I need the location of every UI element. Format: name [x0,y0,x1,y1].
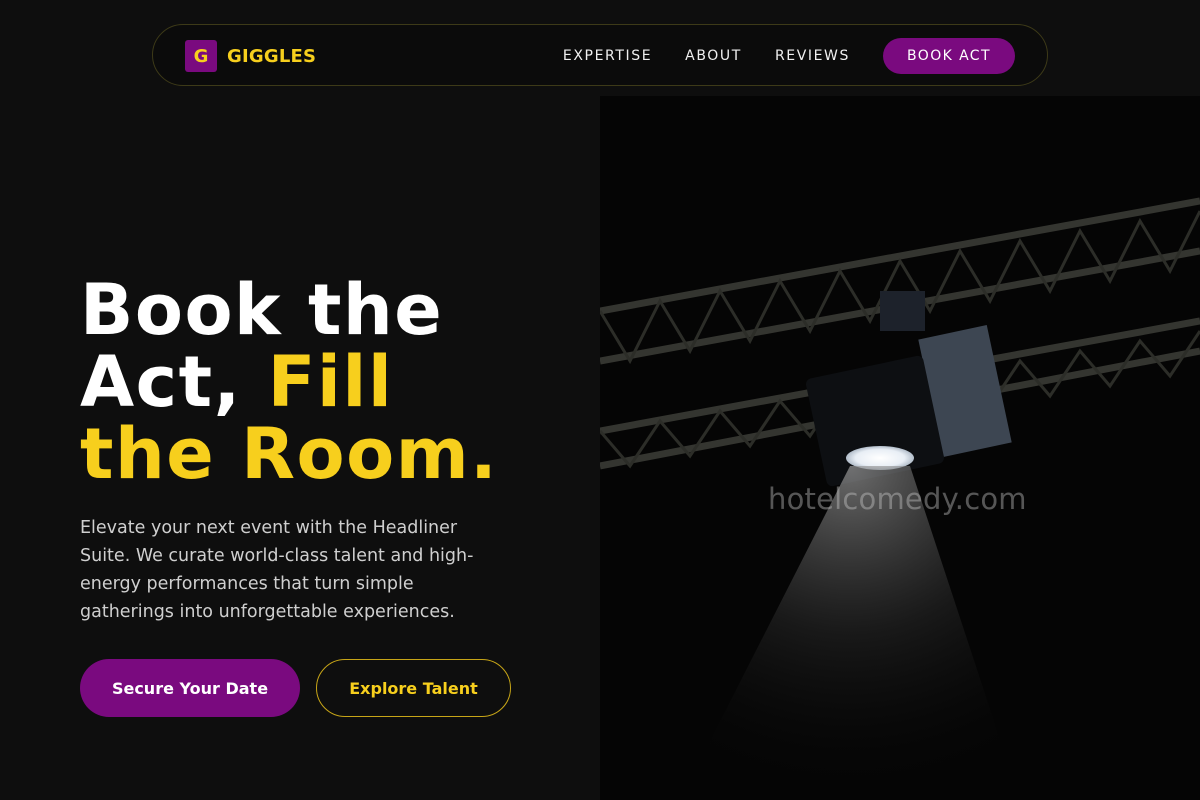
hero-actions: Secure Your Date Explore Talent [80,659,511,717]
watermark-text: hotelcomedy.com [768,482,1027,516]
nav-link-reviews[interactable]: REVIEWS [775,37,850,75]
explore-talent-button[interactable]: Explore Talent [316,659,511,717]
hero-section: Book the Act, Fill the Room. Elevate you… [80,274,580,626]
hero-description: Elevate your next event with the Headlin… [80,518,474,622]
secure-your-date-button[interactable]: Secure Your Date [80,659,300,717]
book-act-button[interactable]: BOOK ACT [883,38,1015,74]
hero-title: Book the Act, Fill the Room. [80,274,580,490]
nav-link-about[interactable]: ABOUT [685,37,742,75]
top-navbar: G GIGGLES EXPERTISE ABOUT REVIEWS BOOK A… [152,24,1048,86]
brand-name: GIGGLES [227,45,317,67]
hero-title-line2-accent: Fill [267,341,394,423]
hero-title-line2-plain: Act, [80,341,268,423]
hero-title-line1: Book the [80,269,444,351]
hero-title-line3-accent: the Room. [80,413,499,495]
nav-link-expertise[interactable]: EXPERTISE [563,37,652,75]
nav-links: EXPERTISE ABOUT REVIEWS BOOK ACT [563,37,1015,75]
brand-logo-link[interactable]: G GIGGLES [185,40,316,72]
brand-mark-icon: G [185,40,217,72]
hero-spotlight-image: hotelcomedy.com [600,96,1200,800]
